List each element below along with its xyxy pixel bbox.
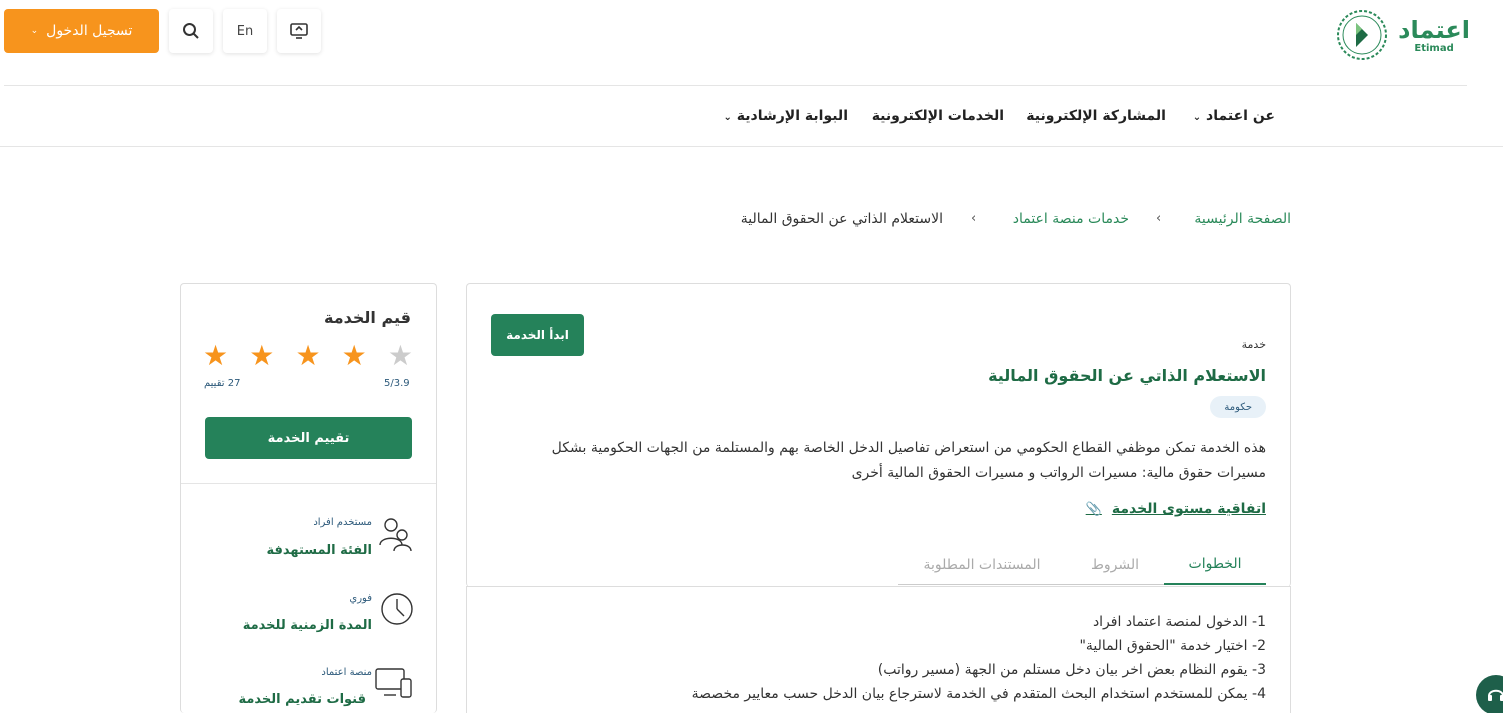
chevron-down-icon: ⌄ [30, 26, 39, 36]
service-description: هذه الخدمة تمكن موظفي القطاع الحكومي من … [551, 440, 1266, 481]
headset-icon [1488, 689, 1503, 701]
target-audience-label: الفئة المستهدفة [266, 543, 373, 558]
help-chat-button[interactable] [1476, 675, 1503, 713]
search-button[interactable] [169, 9, 213, 53]
breadcrumb-current: الاستعلام الذاتي عن الحقوق المالية [740, 211, 943, 227]
breadcrumb-separator-icon: › [1156, 211, 1162, 226]
etimad-logo[interactable]: اعتماد Etimad [1310, 6, 1470, 64]
rate-service-button[interactable]: تقييم الخدمة [205, 417, 412, 459]
logo-english-text: Etimad [1414, 42, 1454, 54]
service-tabs: الخطوات الشروط المستندات المطلوبة [898, 545, 1266, 585]
service-channel-label: قنوات تقديم الخدمة [238, 692, 366, 707]
sla-link-label: اتفاقية مستوى الخدمة [1111, 501, 1266, 517]
header: اعتماد Etimad تسجيل الدخول ⌄ En [0, 0, 1503, 86]
logo-arabic-text: اعتماد [1398, 15, 1470, 44]
service-duration-label: المدة الزمنية للخدمة [242, 618, 372, 633]
paperclip-icon: 📎 [1085, 501, 1102, 517]
sla-link[interactable]: اتفاقية مستوى الخدمة 📎 [1086, 501, 1266, 517]
rating-title: قيم الخدمة [324, 308, 411, 327]
rating-stars: ★ ★ ★ ★ ★ [203, 341, 413, 371]
search-icon [183, 23, 199, 39]
service-title: الاستعلام الذاتي عن الحقوق المالية [988, 366, 1266, 385]
screen-settings-icon [290, 23, 308, 39]
star-filled-icon[interactable]: ★ [295, 341, 320, 371]
rating-count: 27 تقييم [204, 378, 241, 389]
service-duration-value: فوري [349, 593, 372, 604]
nav-item-e-services[interactable]: الخدمات الإلكترونية [872, 108, 1004, 124]
start-service-button[interactable]: ابدأ الخدمة [491, 314, 584, 356]
step-item: 2- اختيار خدمة "الحقوق المالية" [1079, 638, 1266, 654]
chevron-down-icon: ⌄ [1192, 112, 1202, 123]
service-channel-value: منصة اعتماد [321, 667, 372, 678]
star-filled-icon[interactable]: ★ [203, 341, 228, 371]
clock-icon [381, 593, 413, 625]
step-item: 3- يقوم النظام بعض اخر بيان دخل مستلم من… [877, 662, 1266, 678]
star-empty-icon[interactable]: ★ [388, 341, 413, 371]
breadcrumb-home[interactable]: الصفحة الرئيسية [1194, 211, 1291, 227]
etimad-logo-icon [1337, 10, 1388, 60]
tab-required-documents[interactable]: المستندات المطلوبة [898, 545, 1066, 585]
login-button[interactable]: تسجيل الدخول ⌄ [4, 9, 159, 53]
step-item: 1- الدخول لمنصة اعتماد افراد [1092, 614, 1266, 630]
nav-item-about[interactable]: عن اعتماد ⌄ [1193, 108, 1275, 124]
service-category-badge: حكومة [1210, 396, 1266, 418]
rating-score: 5/3.9 [384, 378, 410, 389]
chevron-down-icon: ⌄ [723, 112, 732, 123]
target-audience-value: مستخدم افراد [313, 517, 372, 528]
accessibility-button[interactable] [277, 9, 321, 53]
steps-panel: 1- الدخول لمنصة اعتماد افراد 2- اختيار خ… [466, 586, 1291, 713]
nav-item-guidance-portal[interactable]: البوابة الإرشادية ⌄ [724, 108, 848, 124]
service-kind-label: خدمة [1241, 338, 1266, 351]
language-button[interactable]: En [223, 9, 267, 53]
login-button-label: تسجيل الدخول [46, 23, 133, 39]
nav-item-about-label: عن اعتماد [1206, 108, 1275, 124]
star-filled-icon[interactable]: ★ [249, 341, 274, 371]
nav-item-e-participation[interactable]: المشاركة الإلكترونية [1026, 108, 1166, 124]
users-icon [379, 518, 412, 552]
rating-card-divider [181, 483, 436, 484]
nav-item-e-participation-label: المشاركة الإلكترونية [1026, 108, 1166, 124]
main-navigation: عن اعتماد ⌄ المشاركة الإلكترونية الخدمات… [0, 86, 1503, 147]
tab-conditions[interactable]: الشروط [1066, 545, 1164, 585]
language-label: En [236, 23, 254, 39]
nav-item-guidance-portal-label: البوابة الإرشادية [736, 108, 848, 124]
star-filled-icon[interactable]: ★ [342, 341, 367, 371]
nav-item-e-services-label: الخدمات الإلكترونية [871, 108, 1004, 124]
breadcrumb-separator-icon: › [971, 211, 977, 226]
breadcrumb-services[interactable]: خدمات منصة اعتماد [1013, 211, 1129, 227]
service-card [466, 283, 1291, 587]
step-item: 4- يمكن للمستخدم استخدام البحث المتقدم ف… [691, 686, 1266, 702]
devices-icon [375, 668, 412, 698]
tab-steps[interactable]: الخطوات [1164, 545, 1266, 585]
